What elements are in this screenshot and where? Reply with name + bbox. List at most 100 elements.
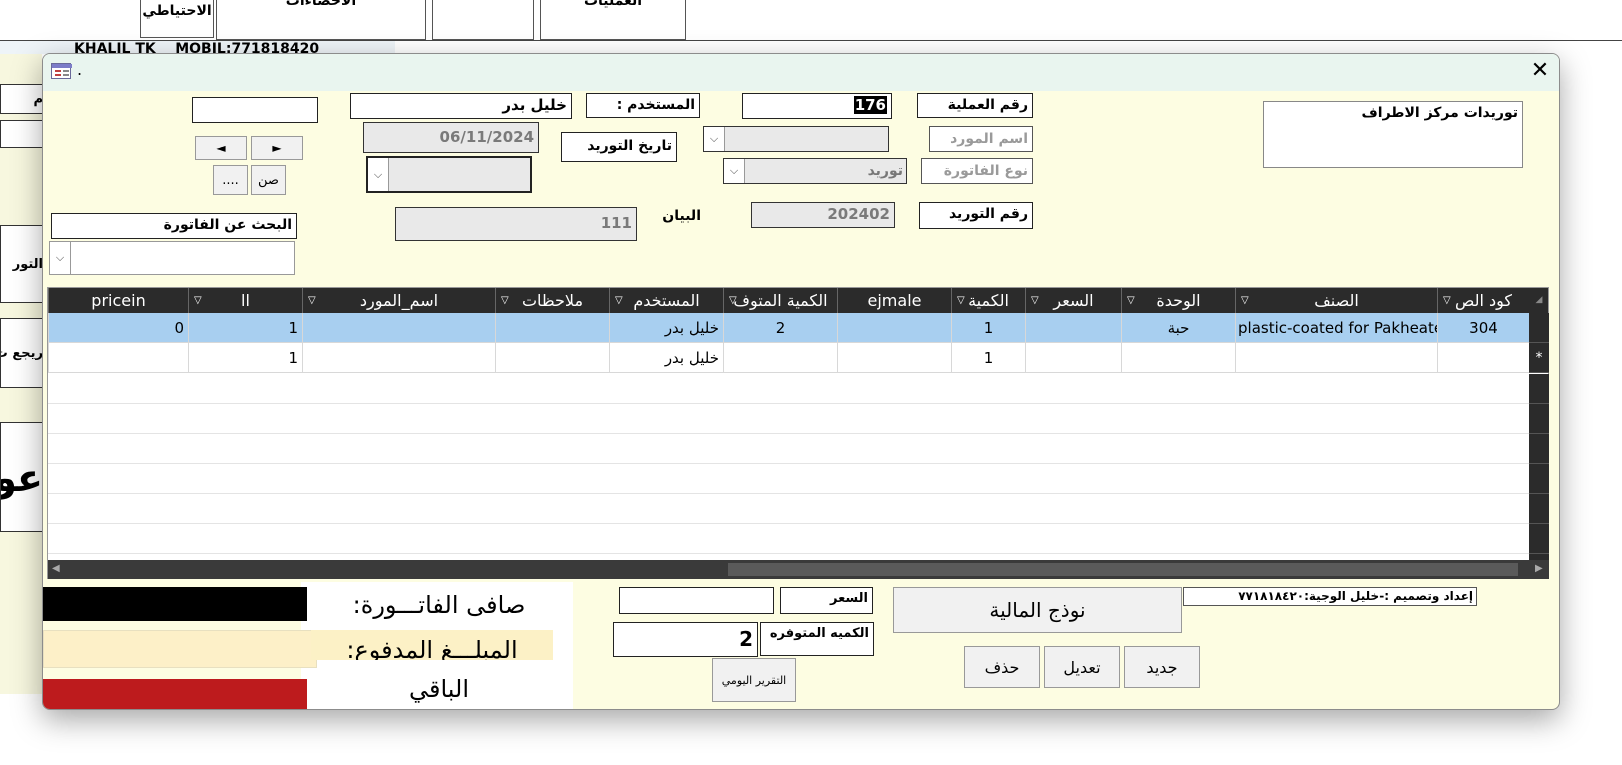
select-all-corner[interactable]: ◢ (1529, 288, 1549, 313)
net-invoice-label: صافى الفاتـــورة: (352, 591, 526, 619)
bg-tab-reserve[interactable]: الاحتياطي (140, 0, 214, 38)
col-header-label: ll (241, 291, 250, 310)
cell-available[interactable] (723, 343, 837, 373)
cell-pricein[interactable]: 0 (48, 313, 188, 343)
col-header-price[interactable]: ▽ السعر (1025, 288, 1121, 313)
chevron-down-icon[interactable]: ⌵ (724, 159, 745, 183)
bg-left-box-1: م (0, 84, 44, 114)
cell-available[interactable]: 2 (723, 313, 837, 343)
dots-button[interactable]: .... (213, 165, 248, 195)
supplier-combo[interactable]: ⌵ (703, 126, 889, 152)
col-header-code[interactable]: ▽ كود الص (1437, 288, 1529, 313)
son-button[interactable]: صن (251, 165, 286, 195)
grid-empty-area (48, 374, 1529, 560)
col-header-notes[interactable]: ▽ ملاحظات (495, 288, 609, 313)
cell-qty[interactable]: 1 (951, 343, 1025, 373)
new-record-selector[interactable]: * (1529, 343, 1549, 373)
edit-button[interactable]: تعديل (1044, 646, 1120, 688)
cell-notes[interactable] (495, 313, 609, 343)
cell-code[interactable]: 304 (1437, 313, 1529, 343)
cell-supplier[interactable] (302, 343, 495, 373)
financial-form-button[interactable]: نوذج المالية (893, 587, 1182, 633)
supplier-name-placeholder: اسم المورد (950, 131, 1028, 147)
dots-label: .... (222, 172, 239, 188)
search-invoice-combo[interactable]: ⌵ (49, 241, 295, 275)
invoice-type-value: توريد (867, 163, 903, 179)
col-header-ejmale[interactable]: ejmale (837, 288, 951, 313)
cell-unit[interactable]: حبة (1121, 313, 1235, 343)
scroll-left-icon[interactable]: ◀ (52, 563, 60, 574)
bg-tab-stats[interactable]: الاحصاءات (216, 0, 426, 40)
status-combo[interactable]: ⌵ (366, 156, 532, 193)
col-header-qty[interactable]: ▽ الكمية (951, 288, 1025, 313)
supplier-name-field[interactable]: اسم المورد (929, 126, 1033, 152)
supply-date-field[interactable]: 06/11/2024 (363, 122, 539, 153)
chevron-down-icon[interactable]: ⌵ (368, 158, 389, 191)
chevron-down-icon[interactable]: ⌵ (704, 127, 725, 151)
cell-price[interactable] (1025, 313, 1121, 343)
available-qty-label: الكميه المتوفره (760, 622, 874, 656)
delete-button[interactable]: حذف (964, 646, 1040, 688)
col-header-supplier[interactable]: ▽ اسم_المورد (302, 288, 495, 313)
invoice-type-field[interactable]: نوع الفاتورة (921, 158, 1033, 184)
cell-ll[interactable]: 1 (188, 313, 302, 343)
col-header-user[interactable]: ▽ المستخدم (609, 288, 723, 313)
scroll-right-icon[interactable]: ▶ (1535, 563, 1543, 574)
user-field[interactable]: خليل بدر (350, 93, 572, 119)
grid-empty-selector (1529, 374, 1549, 560)
table-row[interactable]: 304 plastic-coated for Pakheate حبة 1 2 … (48, 313, 1529, 343)
next-arrow-icon: ► (272, 141, 282, 155)
search-box-top[interactable] (192, 97, 318, 123)
bg-tab-operations[interactable]: العمليات (540, 0, 686, 40)
table-row[interactable]: 1 خليل بدر 1 (48, 343, 1529, 373)
cell-unit[interactable] (1121, 343, 1235, 373)
cell-ejmale[interactable] (837, 313, 951, 343)
col-header-available[interactable]: ▽ الكمية المتوف (723, 288, 837, 313)
form-icon (51, 63, 72, 79)
supply-number-field[interactable]: 202402 (751, 202, 895, 228)
cell-ll[interactable]: 1 (188, 343, 302, 373)
statement-field[interactable]: 111 (395, 207, 637, 241)
bg-left-box-4: ريجع ت (0, 318, 44, 388)
daily-report-button[interactable]: التقرير اليومي (712, 658, 796, 702)
horizontal-scrollbar[interactable]: ◀ ▶ (48, 560, 1549, 579)
row-selector[interactable] (1529, 313, 1549, 343)
close-icon[interactable]: ✕ (1527, 58, 1553, 84)
cell-item[interactable]: plastic-coated for Pakheate (1235, 313, 1437, 343)
price-field[interactable] (619, 587, 774, 614)
cell-user[interactable]: خليل بدر (609, 343, 723, 373)
cell-price[interactable] (1025, 343, 1121, 373)
scroll-thumb[interactable] (728, 563, 1518, 576)
panel-title: توريدات مركز الاطراف (1361, 105, 1518, 121)
chevron-down-icon[interactable]: ⌵ (50, 242, 71, 274)
grid-header-row: ▽ كود الص ▽ الصنف ▽ الوحدة ▽ السعر ▽ الكمية e… (48, 288, 1548, 313)
op-number-label: رقم العملية (917, 93, 1033, 118)
next-record-button[interactable]: ► (251, 136, 303, 160)
op-number-field[interactable]: 176 (742, 93, 892, 119)
col-header-item[interactable]: ▽ الصنف (1235, 288, 1437, 313)
cell-code[interactable] (1437, 343, 1529, 373)
financial-form-label: نوذج المالية (989, 598, 1086, 622)
bg-left-box-5: عو (0, 422, 44, 532)
col-header-unit[interactable]: ▽ الوحدة (1121, 288, 1235, 313)
col-header-pricein[interactable]: pricein (48, 288, 188, 313)
prev-record-button[interactable]: ◄ (195, 136, 247, 160)
available-qty-field[interactable]: 2 (613, 622, 758, 657)
bg-tab-empty[interactable] (432, 0, 534, 40)
cell-item[interactable] (1235, 343, 1437, 373)
bg-left-box-3: التور (0, 225, 44, 303)
price-label: السعر (780, 587, 873, 614)
cell-pricein[interactable] (48, 343, 188, 373)
invoice-type-combo[interactable]: ⌵ توريد (723, 158, 907, 184)
dialog-title: . (77, 60, 83, 79)
cell-user[interactable]: خليل بدر (609, 313, 723, 343)
col-header-ll[interactable]: ▽ ll (188, 288, 302, 313)
cell-notes[interactable] (495, 343, 609, 373)
supply-date-label: تاريخ التوريد (561, 132, 677, 162)
cell-ejmale[interactable] (837, 343, 951, 373)
paid-value-field[interactable] (43, 630, 317, 668)
panel-title-box: توريدات مركز الاطراف (1263, 101, 1523, 168)
new-button[interactable]: جديد (1124, 646, 1200, 688)
cell-qty[interactable]: 1 (951, 313, 1025, 343)
cell-supplier[interactable] (302, 313, 495, 343)
